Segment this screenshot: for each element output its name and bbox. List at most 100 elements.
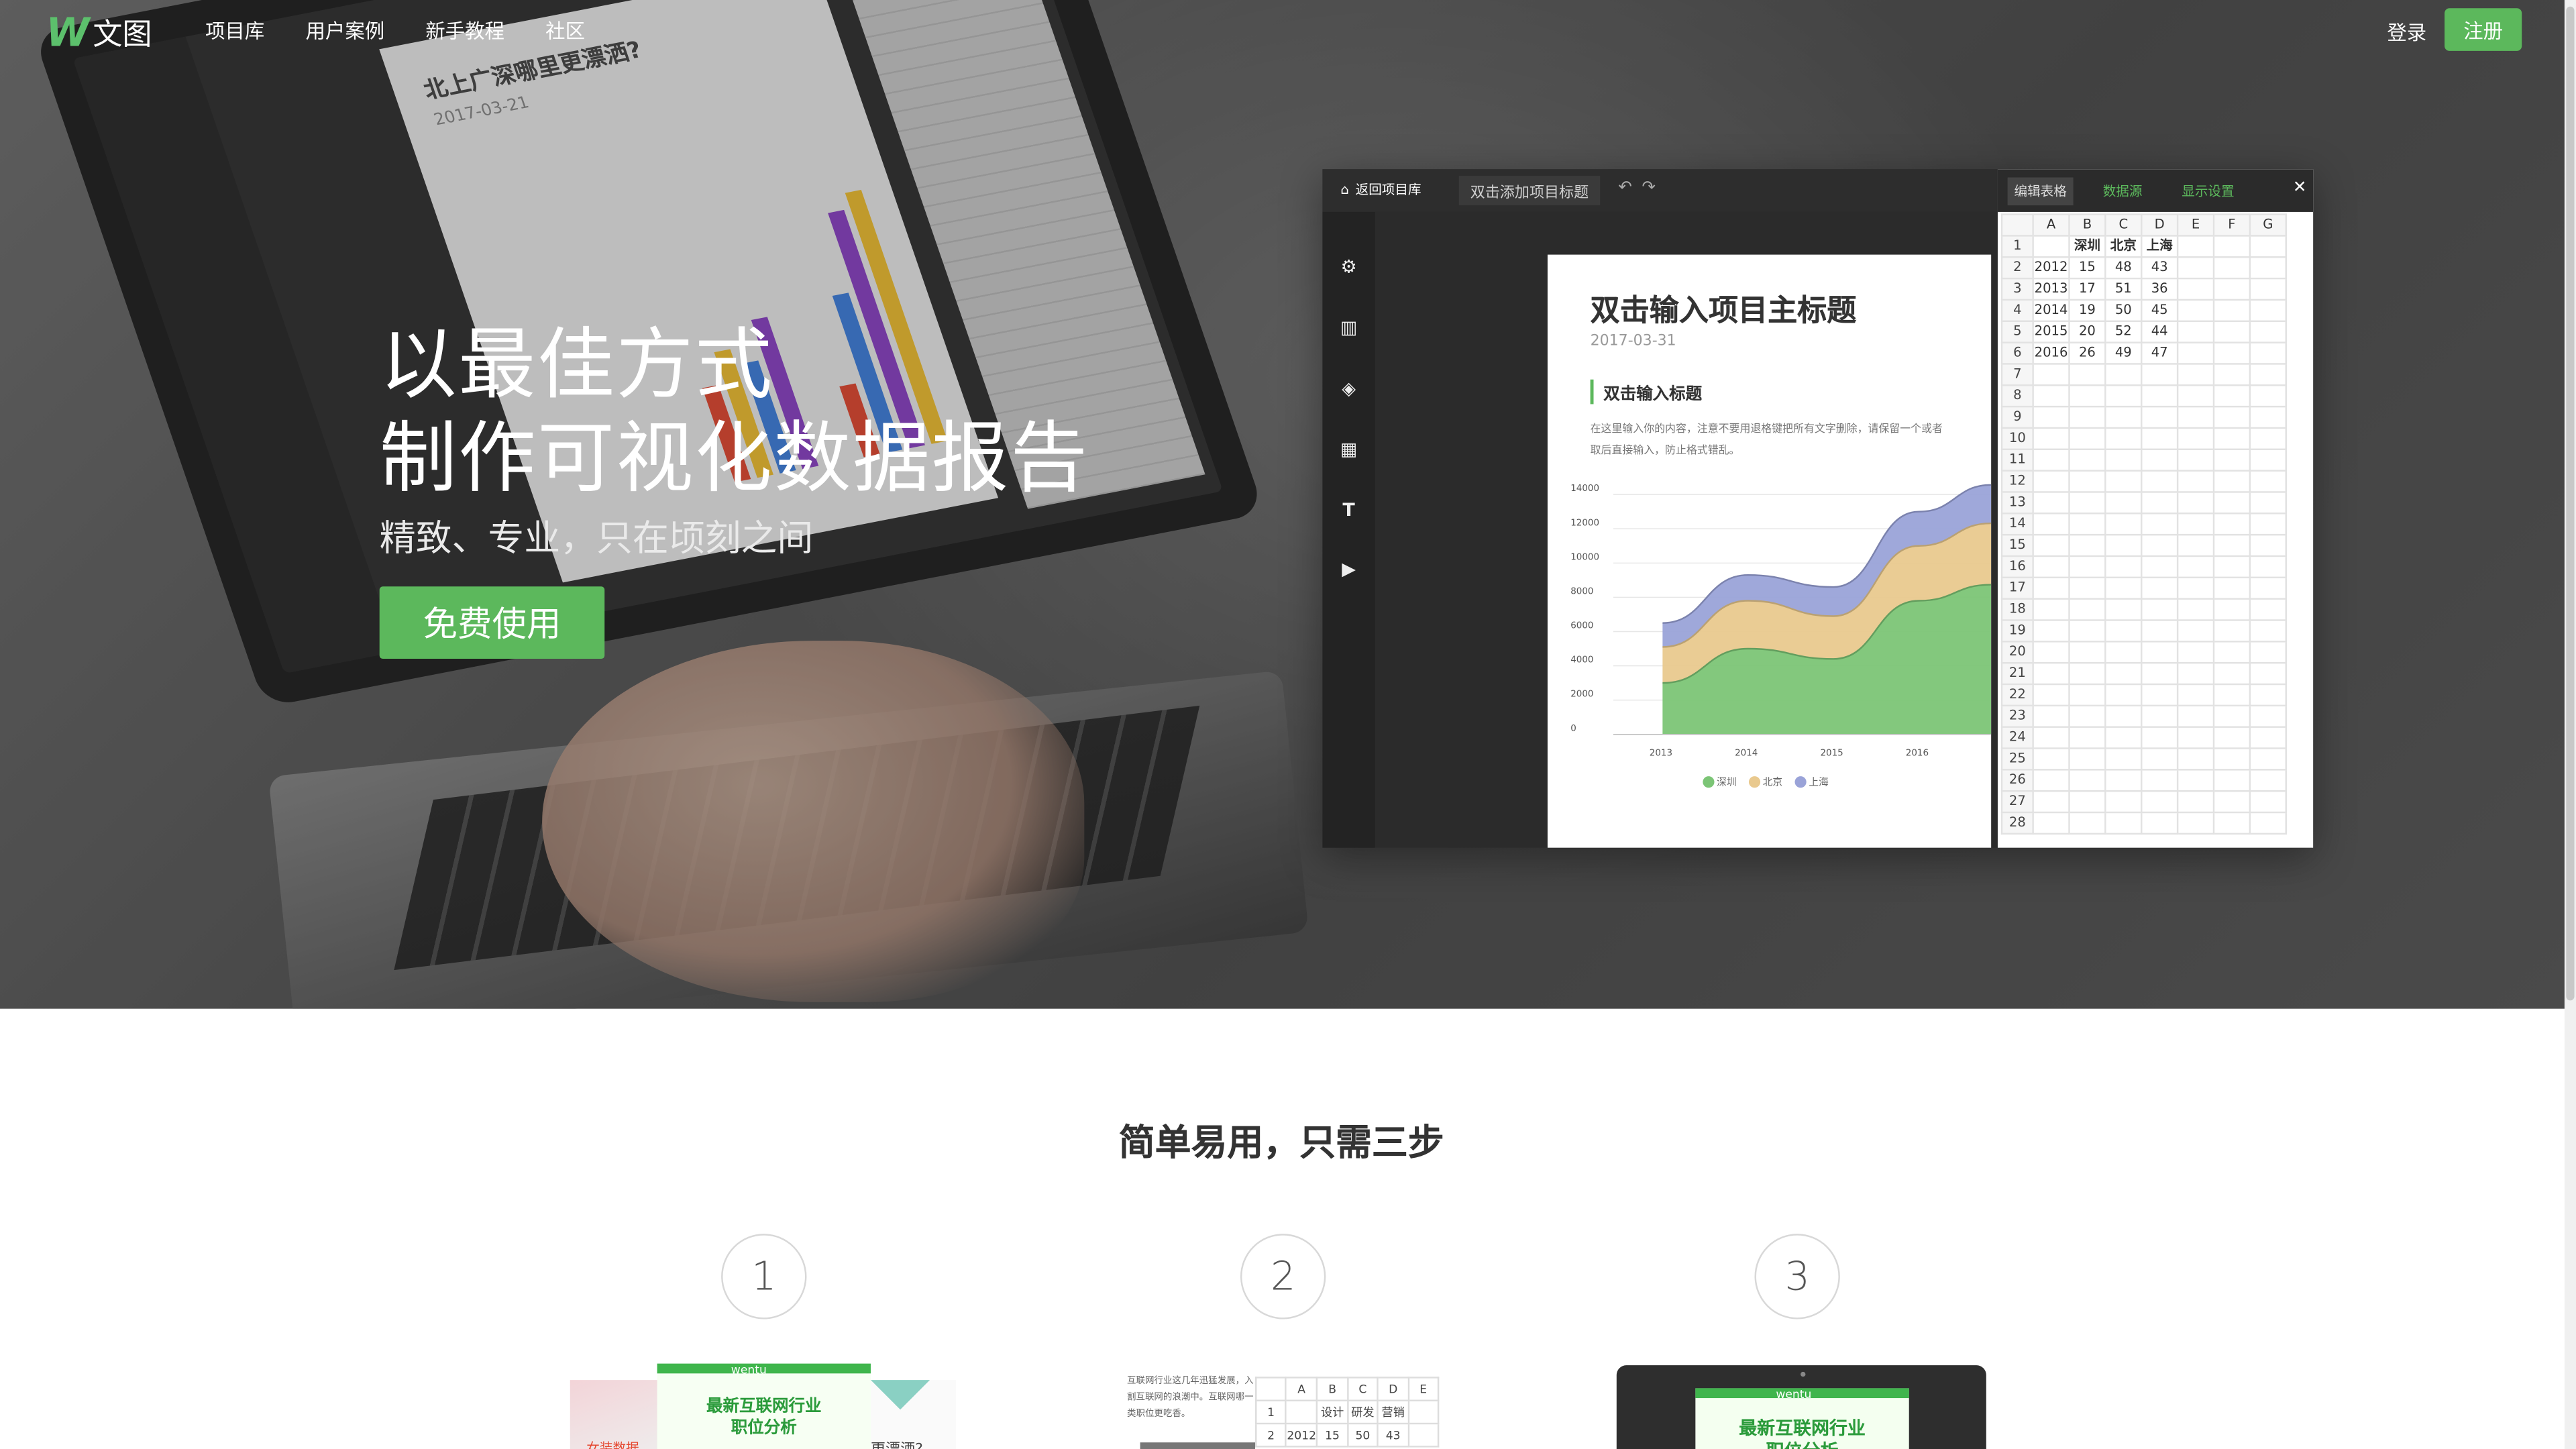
sheet-cell[interactable] bbox=[2249, 235, 2287, 258]
sheet-cell[interactable] bbox=[2032, 427, 2070, 451]
settings-icon[interactable]: ⚙ bbox=[1339, 257, 1358, 277]
sheet-column-header[interactable]: G bbox=[2249, 213, 2287, 237]
sheet-cell[interactable] bbox=[2212, 790, 2251, 814]
sheet-cell[interactable] bbox=[2176, 235, 2215, 258]
scrollbar-thumb[interactable] bbox=[2566, 6, 2575, 1001]
sheet-cell[interactable] bbox=[2176, 769, 2215, 792]
sheet-cell[interactable] bbox=[2249, 661, 2287, 686]
sheet-row-number[interactable]: 24 bbox=[2000, 726, 2034, 749]
sheet-cell[interactable] bbox=[2141, 555, 2179, 579]
sheet-cell[interactable] bbox=[2104, 513, 2143, 536]
sheet-cell[interactable] bbox=[2249, 533, 2287, 557]
sheet-cell[interactable] bbox=[2249, 320, 2287, 343]
login-link[interactable]: 登录 bbox=[2387, 18, 2426, 46]
sheet-cell[interactable] bbox=[2141, 704, 2179, 728]
sheet-cell[interactable] bbox=[2212, 448, 2251, 472]
sheet-cell[interactable] bbox=[2212, 661, 2251, 686]
sheet-cell[interactable] bbox=[2141, 491, 2179, 515]
sheet-cell[interactable] bbox=[2176, 726, 2215, 749]
sheet-cell[interactable] bbox=[2032, 683, 2070, 707]
tab-data-source[interactable]: 数据源 bbox=[2103, 182, 2143, 201]
tab-edit-table[interactable]: 编辑表格 bbox=[2007, 177, 2074, 206]
sheet-cell[interactable] bbox=[2068, 661, 2106, 686]
sheet-cell[interactable] bbox=[2212, 513, 2251, 536]
sheet-cell[interactable] bbox=[2141, 513, 2179, 536]
sheet-cell[interactable] bbox=[2249, 641, 2287, 664]
sheet-cell[interactable] bbox=[2212, 491, 2251, 515]
sheet-cell[interactable] bbox=[2104, 747, 2143, 771]
sheet-cell[interactable] bbox=[2104, 790, 2143, 814]
sheet-cell[interactable] bbox=[2032, 576, 2070, 600]
register-button[interactable]: 注册 bbox=[2445, 8, 2522, 51]
sheet-row-number[interactable]: 15 bbox=[2000, 533, 2034, 557]
sheet-column-header[interactable]: D bbox=[2141, 213, 2179, 237]
sheet-row-number[interactable]: 19 bbox=[2000, 619, 2034, 643]
sheet-cell[interactable] bbox=[2068, 427, 2106, 451]
sheet-cell[interactable] bbox=[2104, 491, 2143, 515]
sheet-cell[interactable] bbox=[2249, 256, 2287, 280]
sheet-cell[interactable] bbox=[2032, 533, 2070, 557]
sheet-cell[interactable] bbox=[2068, 619, 2106, 643]
sheet-cell[interactable] bbox=[2176, 790, 2215, 814]
sheet-cell[interactable] bbox=[2141, 619, 2179, 643]
sheet-cell[interactable]: 47 bbox=[2141, 341, 2179, 365]
sheet-cell[interactable] bbox=[2176, 363, 2215, 386]
sheet-cell[interactable] bbox=[2068, 683, 2106, 707]
sheet-cell[interactable] bbox=[2104, 641, 2143, 664]
sheet-cell[interactable] bbox=[2141, 598, 2179, 621]
sheet-cell[interactable]: 17 bbox=[2068, 277, 2106, 301]
sheet-cell[interactable] bbox=[2249, 341, 2287, 365]
sheet-cell[interactable]: 2013 bbox=[2032, 277, 2070, 301]
sheet-row-number[interactable]: 27 bbox=[2000, 790, 2034, 814]
sheet-cell[interactable] bbox=[2212, 470, 2251, 493]
sheet-cell[interactable] bbox=[2032, 235, 2070, 258]
sheet-cell[interactable] bbox=[2104, 533, 2143, 557]
sheet-cell[interactable] bbox=[2104, 384, 2143, 408]
redo-icon[interactable]: ↷ bbox=[1642, 179, 1656, 197]
free-use-button[interactable]: 免费使用 bbox=[379, 586, 605, 659]
sheet-cell[interactable] bbox=[2032, 470, 2070, 493]
sheet-cell[interactable] bbox=[2141, 576, 2179, 600]
sheet-cell[interactable] bbox=[2032, 491, 2070, 515]
sheet-cell[interactable] bbox=[2212, 598, 2251, 621]
sheet-cell[interactable] bbox=[2212, 235, 2251, 258]
sheet-cell[interactable] bbox=[2141, 683, 2179, 707]
doc-title[interactable]: 双击输入项目主标题 bbox=[1591, 288, 1857, 331]
sheet-row-number[interactable]: 6 bbox=[2000, 341, 2034, 365]
sheet-cell[interactable]: 45 bbox=[2141, 299, 2179, 323]
sheet-cell[interactable] bbox=[2212, 555, 2251, 579]
sheet-cell[interactable]: 19 bbox=[2068, 299, 2106, 323]
sheet-cell[interactable] bbox=[2141, 790, 2179, 814]
sheet-cell[interactable] bbox=[2032, 769, 2070, 792]
sheet-cell[interactable] bbox=[2176, 320, 2215, 343]
sheet-cell[interactable] bbox=[2249, 277, 2287, 301]
sheet-cell[interactable] bbox=[2032, 661, 2070, 686]
chart-icon[interactable]: ▥ bbox=[1339, 318, 1358, 338]
sheet-row-number[interactable]: 9 bbox=[2000, 405, 2034, 429]
sheet-cell[interactable] bbox=[2032, 619, 2070, 643]
sheet-cell[interactable] bbox=[2249, 470, 2287, 493]
nav-link-tutorial[interactable]: 新手教程 bbox=[425, 16, 504, 44]
sheet-row-number[interactable]: 25 bbox=[2000, 747, 2034, 771]
sheet-row-number[interactable]: 16 bbox=[2000, 555, 2034, 579]
sheet-cell[interactable] bbox=[2249, 427, 2287, 451]
sheet-cell[interactable] bbox=[2068, 790, 2106, 814]
sheet-cell[interactable]: 上海 bbox=[2141, 235, 2179, 258]
sheet-cell[interactable] bbox=[2104, 683, 2143, 707]
sheet-cell[interactable]: 26 bbox=[2068, 341, 2106, 365]
sheet-cell[interactable] bbox=[2176, 384, 2215, 408]
sheet-cell[interactable] bbox=[2212, 747, 2251, 771]
sheet-cell[interactable] bbox=[2249, 576, 2287, 600]
sheet-row-number[interactable]: 2 bbox=[2000, 256, 2034, 280]
sheet-cell[interactable] bbox=[2212, 533, 2251, 557]
sheet-cell[interactable] bbox=[2249, 555, 2287, 579]
sheet-row-number[interactable]: 18 bbox=[2000, 598, 2034, 621]
sheet-cell[interactable] bbox=[2104, 598, 2143, 621]
sheet-cell[interactable] bbox=[2068, 576, 2106, 600]
sheet-cell[interactable] bbox=[2176, 811, 2215, 835]
sheet-cell[interactable] bbox=[2249, 513, 2287, 536]
sheet-cell[interactable] bbox=[2212, 683, 2251, 707]
sheet-cell[interactable] bbox=[2176, 341, 2215, 365]
sheet-cell[interactable] bbox=[2249, 598, 2287, 621]
sheet-cell[interactable] bbox=[2032, 384, 2070, 408]
